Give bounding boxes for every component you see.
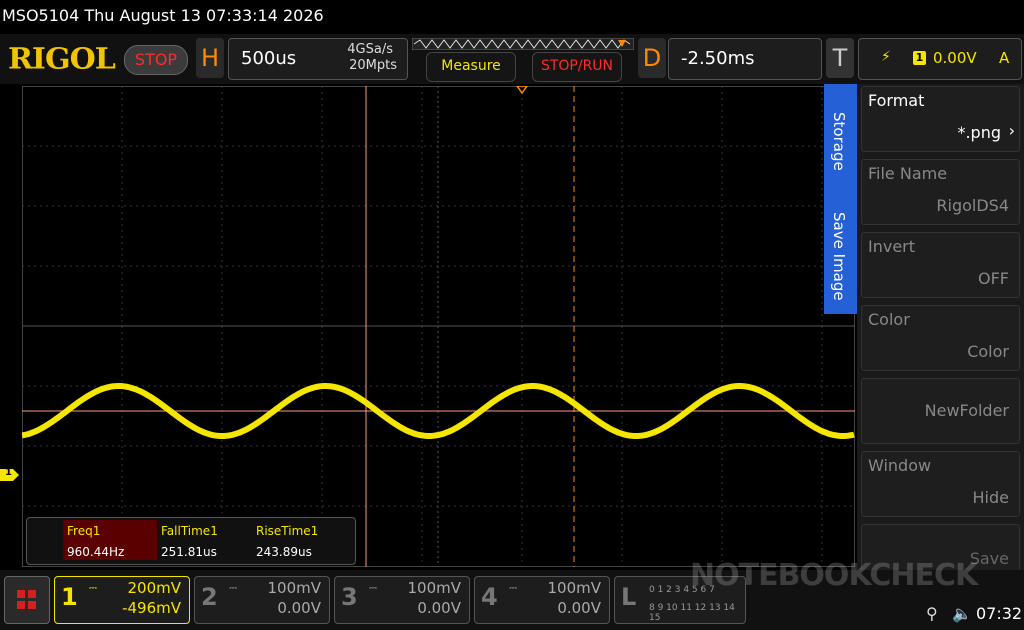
menu-format[interactable]: Format *.png › — [861, 86, 1020, 152]
right-menu: Format *.png › File Name RigolDS4 Invert… — [857, 84, 1024, 596]
waveform-position-bar — [412, 38, 634, 50]
channel2-box[interactable]: 2 ⎓ 100mV 0.00V — [194, 576, 330, 624]
dc-coupling-icon: ⎓ — [229, 583, 237, 594]
speaker-muted-icon[interactable]: 🔈 — [952, 604, 972, 623]
dc-coupling-icon: ⎓ — [509, 583, 517, 594]
measure-button[interactable]: Measure — [426, 52, 516, 82]
title-text: MSO5104 Thu August 13 07:33:14 2026 — [2, 6, 324, 25]
horizontal-letter[interactable]: H — [196, 38, 224, 78]
waveform-grid[interactable] — [22, 86, 855, 567]
menu-file-name[interactable]: File Name RigolDS4 — [861, 159, 1020, 225]
trigger-mode: A — [999, 49, 1010, 67]
trigger-level: 0.00V — [933, 49, 977, 67]
measurement-panel[interactable]: Freq1 FallTime1 RiseTime1 960.44Hz 251.8… — [26, 517, 356, 565]
delay-value: -2.50ms — [681, 48, 755, 69]
channel1-offset-marker[interactable]: 1 — [0, 467, 20, 481]
channel4-box[interactable]: 4 ⎓ 100mV 0.00V — [474, 576, 610, 624]
rigol-logo: RIGOL — [8, 42, 116, 77]
stop-run-button[interactable]: STOP/RUN — [532, 52, 622, 82]
run-state-badge[interactable]: STOP — [124, 45, 188, 75]
menu-side-tab[interactable]: Storage Save Image — [824, 84, 858, 314]
dc-coupling-icon: ⎓ — [369, 583, 377, 594]
clock-time: 07:32 — [976, 604, 1023, 623]
dc-coupling-icon: ⎓ — [89, 583, 97, 594]
storage-tab-label: Storage — [830, 112, 848, 171]
delay-letter[interactable]: D — [638, 38, 666, 78]
menu-invert[interactable]: Invert OFF — [861, 232, 1020, 298]
trigger-panel[interactable]: ⚡ 1 0.00V A — [858, 38, 1022, 80]
meas-value-fall: 251.81us — [161, 545, 217, 559]
usb-icon: ⚲ — [926, 604, 938, 623]
horizontal-panel[interactable]: 500us 4GSa/s 20Mpts — [228, 38, 408, 80]
watermark: NOTEBOOKCHECK — [690, 558, 978, 593]
title-bar: MSO5104 Thu August 13 07:33:14 2026 — [0, 0, 1024, 34]
trigger-edge-icon: ⚡ — [881, 49, 891, 65]
save-image-tab-label: Save Image — [830, 212, 848, 301]
memory-depth: 20Mpts — [349, 58, 397, 73]
home-button[interactable] — [4, 576, 50, 624]
meas-header-fall: FallTime1 — [161, 524, 218, 538]
meas-value-freq: 960.44Hz — [67, 545, 125, 559]
logic-bits-row2: 8 9 10 11 12 13 14 15 — [649, 603, 735, 623]
grid-icon — [17, 590, 36, 609]
menu-window[interactable]: Window Hide — [861, 451, 1020, 517]
meas-header-freq: Freq1 — [67, 524, 101, 538]
meas-header-rise: RiseTime1 — [256, 524, 319, 538]
meas-value-rise: 243.89us — [256, 545, 312, 559]
sample-rate: 4GSa/s — [347, 42, 393, 57]
timebase-value: 500us — [241, 48, 297, 69]
menu-color[interactable]: Color Color — [861, 305, 1020, 371]
trigger-source: 1 — [913, 51, 926, 65]
menu-new-folder[interactable]: NewFolder — [861, 378, 1020, 444]
channel1-box[interactable]: 1 ⎓ 200mV -496mV — [54, 576, 190, 624]
channel3-box[interactable]: 3 ⎓ 100mV 0.00V — [334, 576, 470, 624]
trigger-letter[interactable]: T — [826, 38, 854, 78]
chevron-right-icon: › — [1008, 121, 1015, 140]
delay-panel[interactable]: -2.50ms — [668, 38, 822, 80]
